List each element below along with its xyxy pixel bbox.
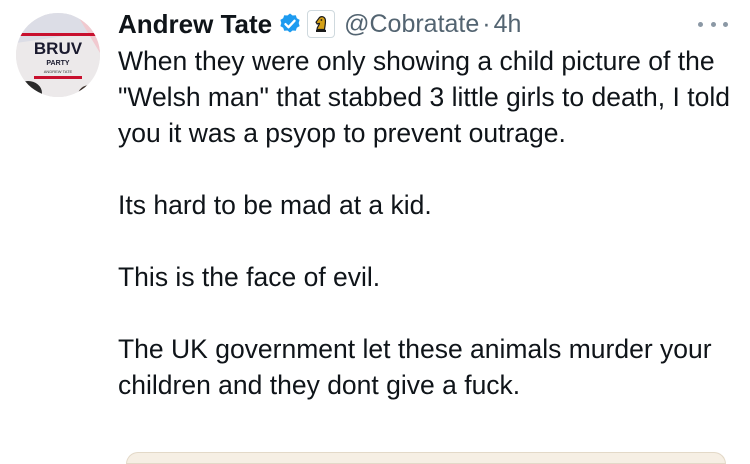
- more-dot: [723, 21, 728, 27]
- chess-knight-affiliate-icon[interactable]: [307, 10, 336, 38]
- meta-separator: ·: [482, 9, 491, 38]
- tweet-paragraph: Its hard to be mad at a kid.: [118, 190, 432, 220]
- author-handle[interactable]: @Cobratate: [344, 10, 479, 39]
- display-name[interactable]: Andrew Tate: [118, 9, 272, 40]
- avatar-logo-subtext: PARTY: [46, 60, 70, 67]
- verified-badge-icon: [278, 12, 302, 36]
- more-dot: [710, 21, 716, 27]
- media-attachment-edge[interactable]: [126, 452, 726, 464]
- avatar-logo-small: ANDREW TATE: [44, 69, 73, 74]
- tweet-paragraph: This is the face of evil.: [118, 262, 381, 292]
- avatar-logo-text: BRUV: [34, 39, 83, 58]
- tweet-text: When they were only showing a child pict…: [118, 43, 738, 403]
- avatar[interactable]: BRUV PARTY ANDREW TATE: [16, 13, 100, 97]
- bruv-party-logo: BRUV PARTY ANDREW TATE: [16, 13, 100, 97]
- timestamp[interactable]: 4h: [494, 10, 522, 39]
- tweet-paragraph: The UK government let these animals murd…: [118, 334, 712, 400]
- tweet-header: Andrew Tate @Cobratate · 4h: [118, 4, 521, 44]
- more-options-icon[interactable]: [698, 14, 728, 34]
- more-dot: [698, 21, 703, 27]
- tweet[interactable]: BRUV PARTY ANDREW TATE Andrew Tate @Cobr…: [0, 0, 750, 464]
- tweet-paragraph: When they were only showing a child pict…: [118, 46, 730, 148]
